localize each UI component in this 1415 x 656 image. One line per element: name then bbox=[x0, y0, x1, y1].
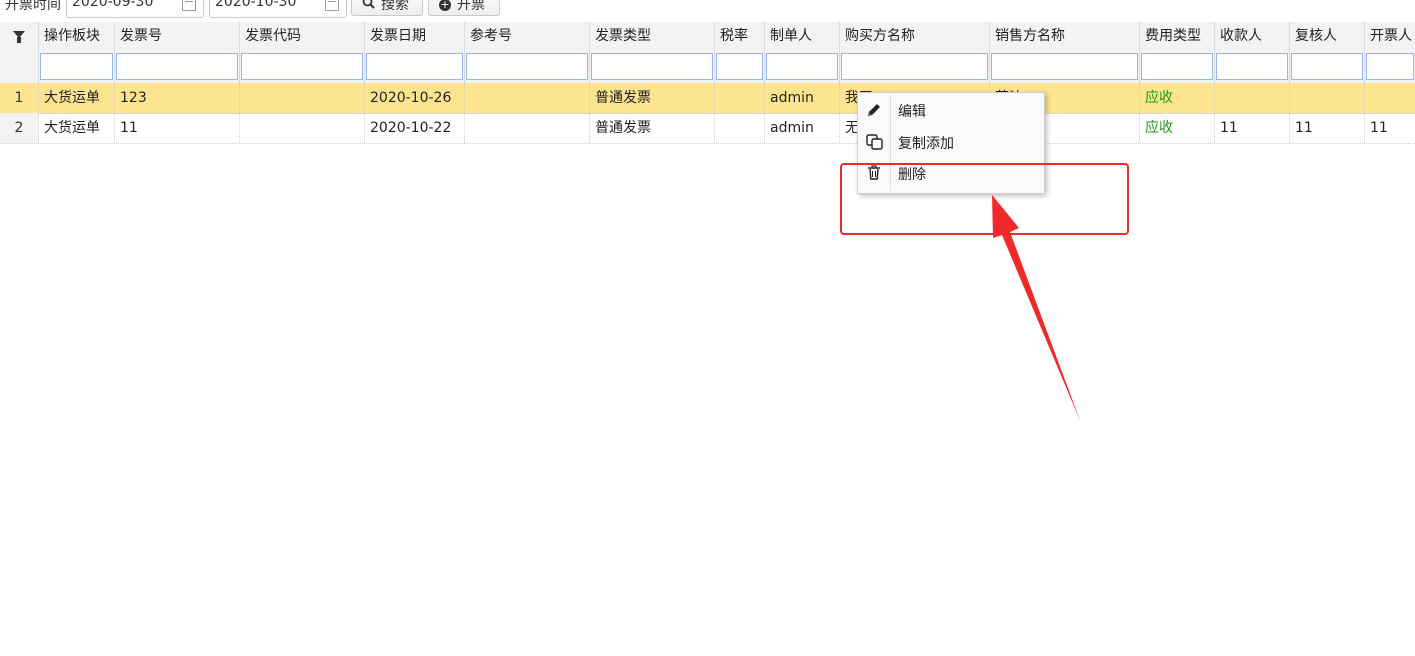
annotation-arrow bbox=[992, 195, 1081, 423]
